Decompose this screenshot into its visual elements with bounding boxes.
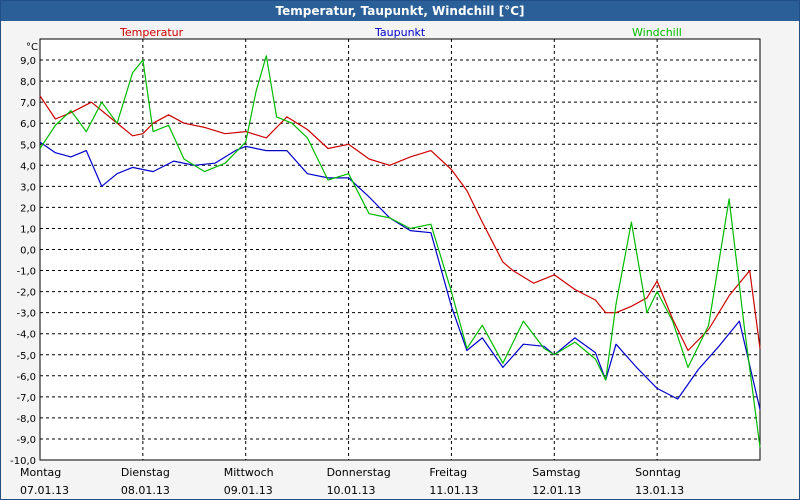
x-day-label: Donnerstag [327, 466, 391, 479]
y-tick-label: 7,0 [20, 98, 36, 109]
x-day-label: Freitag [429, 466, 467, 479]
y-tick-label: 4,0 [20, 161, 36, 172]
line-chart: °C 9,0 8,0 7,0 6,0 5,0 4,0 3,0 2,0 1,0 0,0 -1,0 -2,0… [10, 26, 761, 497]
y-tick-label: 8,0 [20, 77, 36, 88]
x-day-label: Mittwoch [224, 466, 274, 479]
legend-taupunkt: Taupunkt [374, 26, 426, 39]
x-date-label: 08.01.13 [121, 484, 170, 497]
y-tick-label: -1,0 [16, 267, 36, 278]
x-day-label: Montag [20, 466, 61, 479]
y-tick-label: 0,0 [20, 246, 36, 257]
x-day-label: Samstag [532, 466, 580, 479]
y-tick-label: -5,0 [16, 351, 36, 362]
y-tick-label: -4,0 [16, 330, 36, 341]
x-date-label: 12.01.13 [532, 484, 581, 497]
y-tick-label: 9,0 [20, 56, 36, 67]
x-date-label: 13.01.13 [635, 484, 684, 497]
x-date-label: 07.01.13 [20, 484, 69, 497]
legend-temperatur: Temperatur [119, 26, 184, 39]
y-axis-unit: °C [26, 42, 38, 53]
x-date-label: 10.01.13 [327, 484, 376, 497]
y-tick-label: -2,0 [16, 288, 36, 299]
y-tick-label: -9,0 [16, 435, 36, 446]
x-day-label: Sonntag [635, 466, 681, 479]
x-date-label: 09.01.13 [224, 484, 273, 497]
y-tick-label: -6,0 [16, 372, 36, 383]
y-tick-label: -7,0 [16, 393, 36, 404]
y-tick-label: 2,0 [20, 203, 36, 214]
y-tick-label: 5,0 [20, 140, 36, 151]
legend-windchill: Windchill [632, 26, 682, 39]
y-tick-label: 3,0 [20, 182, 36, 193]
y-tick-label: 6,0 [20, 119, 36, 130]
y-tick-label: -3,0 [16, 309, 36, 320]
x-day-label: Dienstag [121, 466, 170, 479]
y-tick-label: -8,0 [16, 414, 36, 425]
y-tick-label: 1,0 [20, 224, 36, 235]
x-date-label: 11.01.13 [429, 484, 478, 497]
